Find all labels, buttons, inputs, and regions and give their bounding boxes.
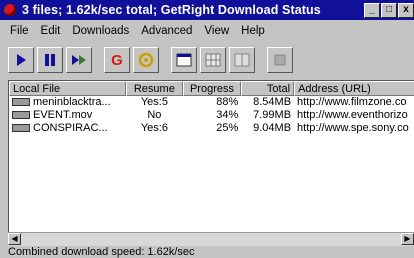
cell-url: http://www.eventhorizo (297, 109, 408, 121)
window-controls: _ □ x (364, 3, 414, 18)
cell-file: EVENT.mov (33, 109, 93, 121)
table-row[interactable]: CONSPIRAC... Yes:6 25% 9.04MB http://www… (9, 122, 414, 135)
getright-app-icon (4, 4, 16, 16)
menu-downloads[interactable]: Downloads (66, 25, 135, 37)
toolbar: G (8, 46, 293, 74)
grid-icon[interactable] (200, 47, 226, 73)
getright-g-icon[interactable]: G (104, 47, 130, 73)
list-header: Local File Resume Progress Total Address… (9, 81, 414, 96)
target-icon[interactable] (133, 47, 159, 73)
columns-icon[interactable] (229, 47, 255, 73)
cell-total: 8.54MB (253, 96, 292, 108)
table-row[interactable]: meninblacktra... Yes:5 88% 8.54MB http:/… (9, 96, 414, 109)
menu-help[interactable]: Help (235, 25, 271, 37)
file-icon (12, 98, 30, 106)
col-local-file[interactable]: Local File (9, 81, 127, 96)
menu-view[interactable]: View (198, 25, 235, 37)
cell-resume: Yes:5 (140, 96, 168, 108)
col-resume[interactable]: Resume (126, 81, 183, 96)
window-title: 3 files; 1.62k/sec total; GetRight Downl… (22, 3, 321, 17)
title-bar[interactable]: 3 files; 1.62k/sec total; GetRight Downl… (0, 0, 414, 20)
close-button[interactable]: x (398, 3, 414, 18)
cell-url: http://www.filmzone.co (297, 96, 407, 108)
disabled-icon[interactable] (267, 47, 293, 73)
getright-window: 3 files; 1.62k/sec total; GetRight Downl… (0, 0, 414, 258)
col-progress[interactable]: Progress (182, 81, 242, 96)
scroll-right-icon[interactable]: ▶ (401, 233, 414, 245)
menu-bar: File Edit Downloads Advanced View Help (0, 22, 271, 40)
status-bar: Combined download speed: 1.62k/sec (8, 246, 195, 258)
file-icon (12, 124, 30, 132)
cell-progress: 34% (216, 109, 239, 121)
file-icon (12, 111, 30, 119)
skip-icon[interactable] (66, 47, 92, 73)
maximize-button[interactable]: □ (381, 3, 397, 18)
cell-url: http://www.spe.sony.co (297, 122, 409, 134)
minimize-button[interactable]: _ (364, 3, 380, 18)
cell-file: CONSPIRAC... (33, 122, 108, 134)
horizontal-scrollbar[interactable]: ◀ ▶ (8, 232, 414, 246)
cell-file: meninblacktra... (33, 96, 111, 108)
menu-advanced[interactable]: Advanced (135, 25, 198, 37)
cell-total: 7.99MB (253, 109, 292, 121)
play-icon[interactable] (8, 47, 34, 73)
table-row[interactable]: EVENT.mov No 34% 7.99MB http://www.event… (9, 109, 414, 122)
cell-total: 9.04MB (253, 122, 292, 134)
cell-resume: Yes:6 (140, 122, 168, 134)
cell-progress: 88% (216, 96, 239, 108)
col-address[interactable]: Address (URL) (294, 81, 414, 96)
download-list[interactable]: Local File Resume Progress Total Address… (8, 80, 414, 233)
menu-edit[interactable]: Edit (35, 25, 67, 37)
pause-icon[interactable] (37, 47, 63, 73)
window-icon[interactable] (171, 47, 197, 73)
g-label: G (111, 51, 123, 69)
col-total[interactable]: Total (241, 81, 295, 96)
menu-file[interactable]: File (0, 25, 35, 37)
scroll-left-icon[interactable]: ◀ (8, 233, 21, 245)
cell-resume: No (147, 109, 162, 121)
cell-progress: 25% (216, 122, 239, 134)
